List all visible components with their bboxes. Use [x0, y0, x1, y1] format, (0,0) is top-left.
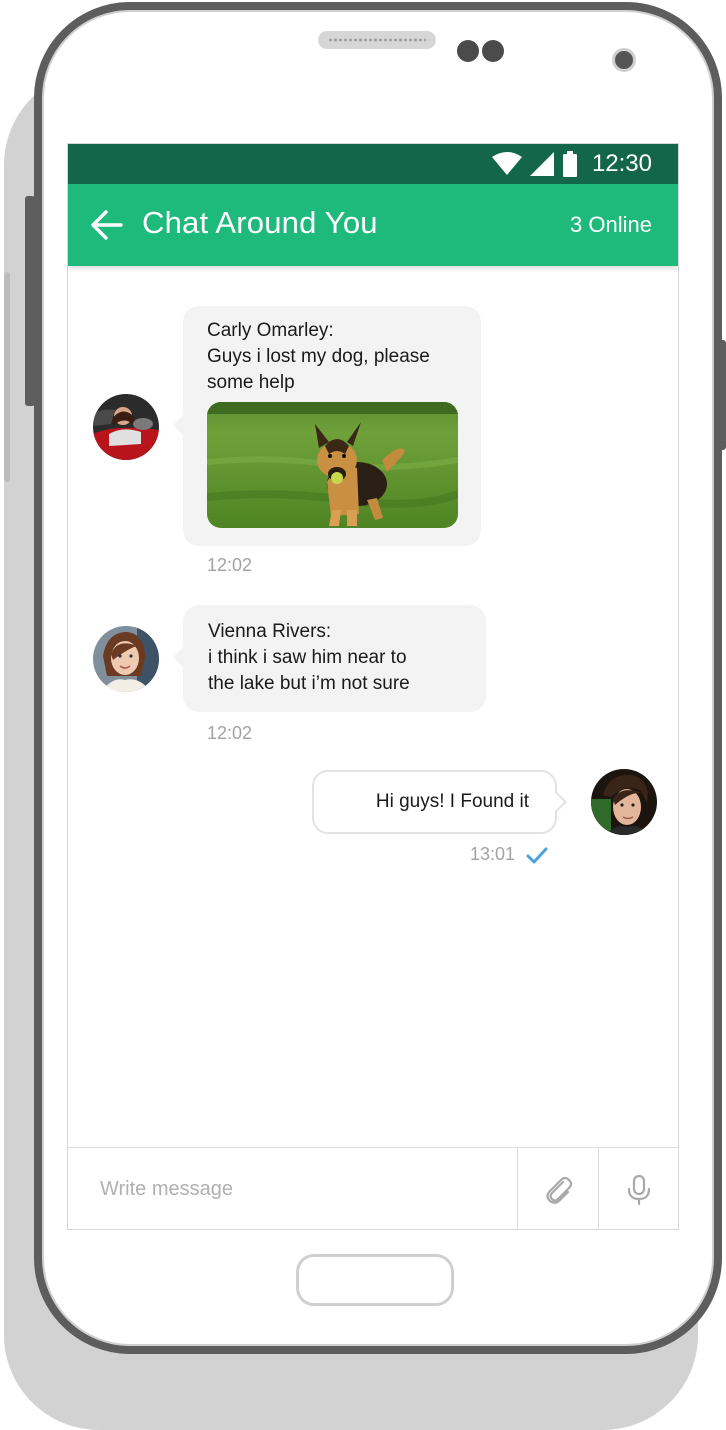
app-title: Chat Around You — [142, 205, 378, 240]
message-bubble-own[interactable]: Hi guys! I Found it — [312, 770, 567, 834]
proximity-sensor — [457, 40, 479, 62]
message-text: some help — [207, 372, 295, 393]
message-text: i think i saw him near to — [208, 647, 407, 668]
message-text: the lake but i’m not sure — [208, 673, 410, 694]
avatar-me[interactable] — [591, 769, 657, 835]
status-time: 12:30 — [591, 150, 652, 177]
phone-screen: 12:30 Chat Around You 3 Online Carly Oma… — [67, 143, 679, 1230]
message-time: 13:01 — [470, 844, 516, 864]
message-text: Guys i lost my dog, please — [207, 346, 430, 367]
status-icons: 12:30 — [491, 150, 652, 178]
avatar-me-image — [591, 769, 657, 835]
front-camera — [612, 48, 636, 72]
message-sender: Carly Omarley: — [207, 320, 334, 341]
dog-image — [207, 402, 458, 528]
message-time: 12:02 — [207, 723, 253, 743]
message-bubble-vienna[interactable]: Vienna Rivers: i think i saw him near to… — [173, 605, 486, 712]
status-bar: 12:30 — [68, 144, 678, 184]
app-bar: Chat Around You 3 Online — [68, 184, 678, 266]
message-time: 12:02 — [207, 555, 253, 575]
avatar-carly-image — [93, 394, 159, 460]
message-sender: Vienna Rivers: — [208, 621, 332, 642]
attach-button[interactable] — [517, 1148, 598, 1229]
battery-icon — [562, 151, 577, 177]
microphone-icon — [627, 1174, 651, 1205]
home-button[interactable] — [296, 1254, 454, 1306]
volume-button — [25, 196, 35, 406]
paperclip-icon — [546, 1176, 573, 1204]
phone-side-edge — [4, 272, 10, 482]
earpiece-speaker — [318, 31, 436, 49]
online-count[interactable]: 3 Online — [570, 212, 652, 238]
message-text: Hi guys! I Found it — [375, 791, 529, 812]
wifi-icon — [491, 152, 522, 175]
avatar-carly[interactable] — [93, 394, 159, 460]
message-input[interactable] — [68, 1148, 517, 1229]
message-composer — [68, 1147, 678, 1229]
message-bubble-carly[interactable]: Carly Omarley: Guys i lost my dog, pleas… — [173, 306, 481, 546]
power-button — [718, 340, 726, 450]
signal-icon — [529, 152, 554, 176]
avatar-vienna[interactable] — [93, 626, 159, 692]
light-sensor — [482, 40, 504, 62]
avatar-vienna-image — [93, 626, 159, 692]
back-arrow-icon[interactable] — [90, 208, 124, 242]
lost-dog-photo[interactable] — [207, 402, 458, 528]
voice-button[interactable] — [598, 1148, 678, 1229]
read-check-icon — [526, 847, 548, 864]
